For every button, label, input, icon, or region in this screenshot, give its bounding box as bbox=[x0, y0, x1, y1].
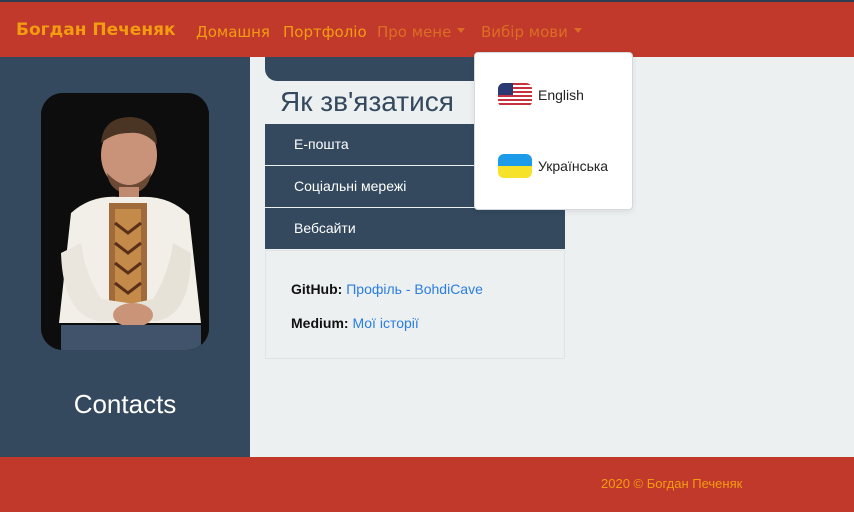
sidebar-title: Contacts bbox=[73, 389, 177, 419]
footer: 2020 © Богдан Печеняк bbox=[0, 457, 854, 512]
nav-language-dropdown[interactable]: Вибір мови bbox=[481, 23, 582, 41]
header-tab bbox=[265, 57, 477, 81]
nav-about-dropdown[interactable]: Про мене bbox=[377, 23, 466, 41]
sidebar: Contacts bbox=[0, 57, 250, 457]
nav-portfolio-link[interactable]: Портфоліо bbox=[283, 23, 367, 41]
page-title: Як зв'язатися bbox=[280, 86, 454, 117]
medium-link[interactable]: Мої історії bbox=[352, 315, 418, 331]
language-option-ukrainian[interactable]: Українська bbox=[498, 153, 608, 179]
github-label: GitHub: bbox=[291, 281, 343, 297]
profile-photo bbox=[41, 93, 209, 350]
nav-language-label: Вибір мови bbox=[481, 23, 568, 41]
chevron-down-icon bbox=[457, 28, 466, 33]
brand-link[interactable]: Богдан Печеняк bbox=[16, 20, 176, 40]
medium-row: Medium: Мої історії bbox=[291, 315, 419, 331]
github-link[interactable]: Профіль - BohdiCave bbox=[346, 281, 483, 297]
language-option-english[interactable]: English bbox=[498, 82, 584, 108]
nav-about-label: Про мене bbox=[377, 23, 452, 41]
top-navbar: Богдан Печеняк Домашня Портфоліо Про мен… bbox=[0, 0, 854, 57]
ukraine-flag-icon bbox=[498, 154, 532, 178]
accordion-websites-header[interactable]: Вебсайти bbox=[265, 208, 565, 249]
us-flag-icon bbox=[498, 83, 532, 107]
language-label-ukrainian: Українська bbox=[538, 158, 609, 174]
language-label-english: English bbox=[538, 87, 584, 103]
footer-copyright: 2020 © Богдан Печеняк bbox=[601, 476, 743, 491]
accordion-websites-body: GitHub: Профіль - BohdiCave Medium: Мої … bbox=[265, 250, 565, 359]
language-dropdown-menu: English Українська bbox=[474, 52, 633, 210]
nav-home-link[interactable]: Домашня bbox=[196, 23, 270, 41]
medium-label: Medium: bbox=[291, 315, 349, 331]
chevron-down-icon bbox=[573, 28, 582, 33]
github-row: GitHub: Профіль - BohdiCave bbox=[291, 281, 483, 297]
